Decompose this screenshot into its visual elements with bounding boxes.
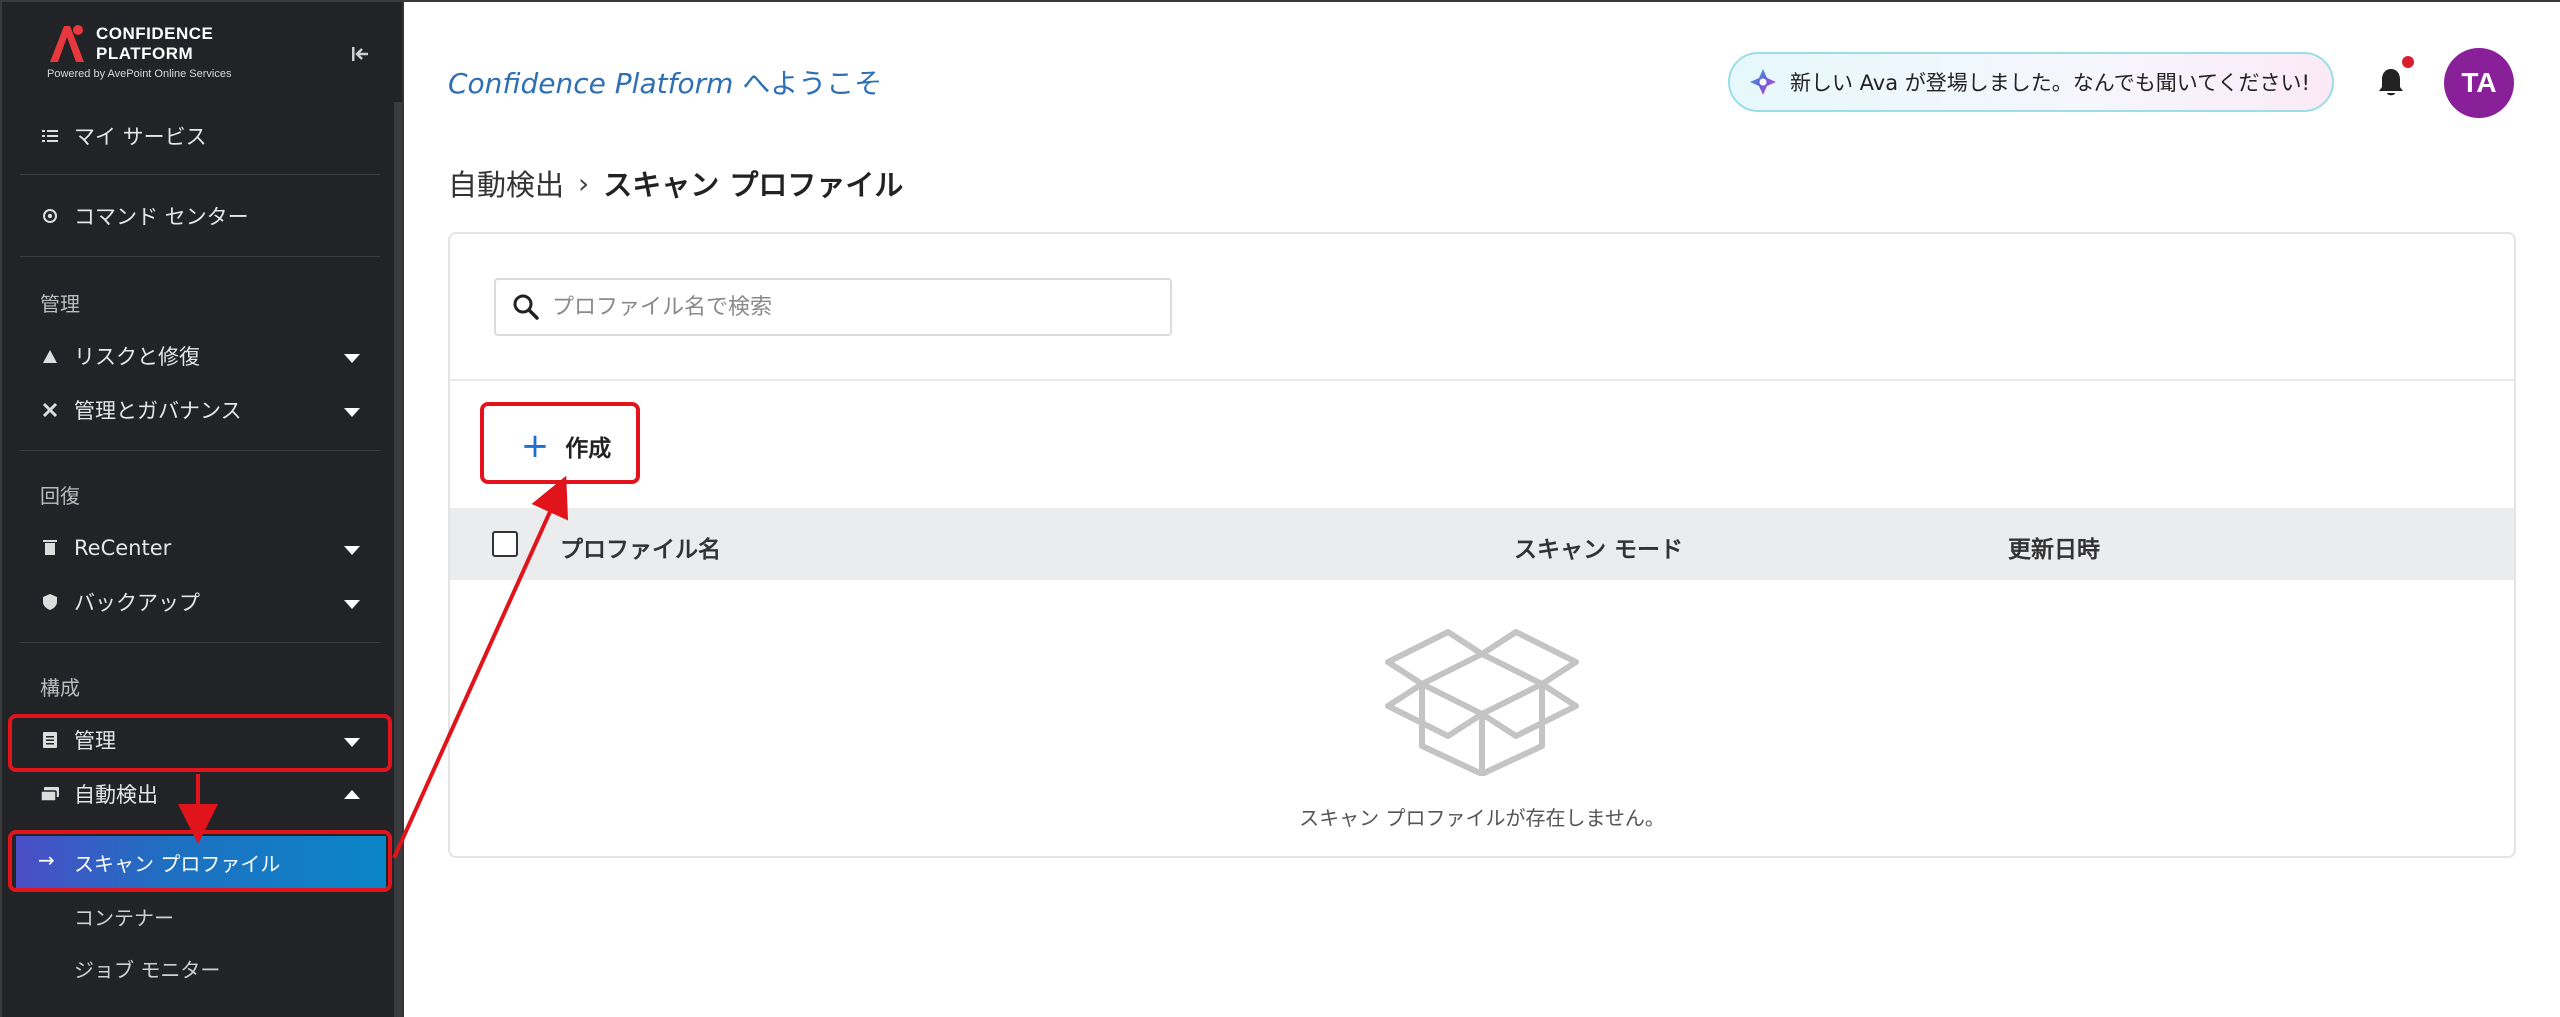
- chevron-up-icon: [344, 790, 360, 799]
- sidebar-item-auto-discovery[interactable]: 自動検出: [2, 772, 394, 820]
- search-icon: [512, 293, 540, 321]
- chevron-down-icon: [344, 354, 360, 363]
- scan-profiles-card: + 作成 プロファイル名 スキャン モード 更新日時 スキャン プロファイルが存…: [448, 232, 2516, 858]
- user-avatar[interactable]: TA: [2444, 48, 2514, 118]
- sidebar-item-command-center[interactable]: コマンド センター: [2, 196, 394, 244]
- column-header-scan-mode[interactable]: スキャン モード: [1514, 530, 1683, 564]
- logo-title-line1: CONFIDENCE: [96, 24, 214, 43]
- collapse-sidebar-icon[interactable]: [348, 42, 372, 66]
- chevron-down-icon: [344, 600, 360, 609]
- sidebar-subitem-job-monitor[interactable]: ジョブ モニター: [74, 954, 220, 983]
- breadcrumb-separator-icon: ›: [578, 166, 590, 200]
- annotation-box-create: [480, 402, 640, 484]
- chevron-down-icon: [344, 408, 360, 417]
- sidebar-item-risk-remediation[interactable]: リスクと修復: [2, 334, 394, 382]
- sidebar-item-label: 自動検出: [74, 783, 158, 807]
- ava-sparkle-icon: [1748, 67, 1778, 97]
- search-input[interactable]: [552, 294, 1170, 320]
- sidebar-item-management-governance[interactable]: 管理とガバナンス: [2, 388, 394, 436]
- logo-title-line2: PLATFORM: [96, 44, 194, 63]
- notification-bell-icon[interactable]: [2376, 66, 2406, 98]
- list-icon: [40, 126, 60, 146]
- sidebar-subitem-containers[interactable]: コンテナー: [74, 902, 174, 931]
- sidebar-item-label: 管理とガバナンス: [74, 399, 242, 423]
- sidebar-item-recenter[interactable]: ReCenter: [2, 526, 394, 574]
- logo-mark-icon: [46, 22, 86, 66]
- sidebar-divider: [20, 450, 380, 451]
- sidebar-divider: [20, 256, 380, 257]
- tools-icon: [40, 400, 60, 420]
- annotation-box-admin: [8, 714, 392, 772]
- empty-box-icon: [1384, 606, 1580, 777]
- chevron-down-icon: [344, 546, 360, 555]
- sidebar-divider: [20, 642, 380, 643]
- app-logo[interactable]: CONFIDENCE PLATFORM: [46, 22, 213, 66]
- target-icon: [40, 206, 60, 226]
- welcome-brand: Confidence Platform: [448, 67, 734, 100]
- sidebar-scrollbar[interactable]: [394, 102, 402, 1017]
- sidebar-section-manage: 管理: [40, 292, 80, 316]
- annotation-box-scan-profiles: [8, 830, 392, 892]
- sidebar-divider: [20, 174, 380, 175]
- breadcrumb-current: スキャン プロファイル: [603, 168, 904, 202]
- sidebar-item-label: コマンド センター: [74, 205, 249, 229]
- main-content: Confidence Platform へようこそ 新しい Ava が登場しまし…: [402, 2, 2560, 1017]
- warning-icon: [40, 346, 60, 366]
- card-divider: [450, 379, 2514, 381]
- sidebar-section-recovery: 回復: [40, 484, 80, 508]
- empty-state-message: スキャン プロファイルが存在しません。: [1299, 806, 1665, 830]
- discovery-icon: [40, 784, 60, 804]
- sidebar-item-label: バックアップ: [74, 591, 200, 615]
- sidebar-item-backup[interactable]: バックアップ: [2, 580, 394, 628]
- notification-unread-badge: [2402, 56, 2414, 68]
- shield-icon: [40, 592, 60, 612]
- sidebar-item-label: リスクと修復: [74, 345, 200, 369]
- welcome-suffix: へようこそ: [733, 67, 883, 100]
- logo-subtitle: Powered by AvePoint Online Services: [47, 68, 232, 80]
- trash-icon: [40, 538, 60, 558]
- column-header-profile-name[interactable]: プロファイル名: [560, 530, 721, 564]
- breadcrumb: 自動検出 › スキャン プロファイル: [448, 162, 903, 204]
- breadcrumb-parent[interactable]: 自動検出: [448, 162, 564, 204]
- sidebar-section-configuration: 構成: [40, 676, 80, 700]
- welcome-title: Confidence Platform へようこそ: [448, 62, 882, 102]
- column-header-updated-at[interactable]: 更新日時: [2008, 530, 2100, 564]
- select-all-checkbox[interactable]: [492, 531, 518, 557]
- ava-announcement-banner[interactable]: 新しい Ava が登場しました。なんでも聞いてください!: [1728, 52, 2334, 112]
- search-box[interactable]: [494, 278, 1172, 336]
- sidebar-item-label: ReCenter: [74, 536, 172, 560]
- table-header: プロファイル名 スキャン モード 更新日時: [450, 508, 2514, 580]
- sidebar-item-label: マイ サービス: [74, 125, 207, 149]
- sidebar-item-my-services[interactable]: マイ サービス: [2, 112, 394, 160]
- ava-banner-text: 新しい Ava が登場しました。なんでも聞いてください!: [1790, 71, 2310, 95]
